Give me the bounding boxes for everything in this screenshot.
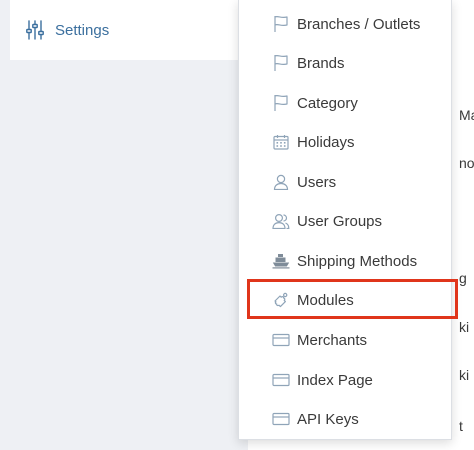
card-icon	[272, 410, 290, 428]
menu-item-label: Holidays	[297, 133, 355, 151]
card-icon	[272, 371, 290, 389]
fragment-text: no	[459, 155, 474, 171]
card-icon	[272, 331, 290, 349]
menu-item-label: API Keys	[297, 410, 359, 428]
settings-label: Settings	[55, 21, 110, 39]
menu-item-modules[interactable]: Modules	[239, 280, 451, 320]
menu-item-brands[interactable]: Brands	[239, 43, 451, 83]
ship-icon	[272, 252, 290, 270]
menu-item-user-groups[interactable]: User Groups	[239, 201, 451, 241]
fragment-text: t	[459, 418, 463, 434]
fragment-text: g	[459, 270, 467, 286]
settings-dropdown-menu: Branches / Outlets Brands Category Holid…	[238, 0, 452, 440]
sliders-icon	[26, 20, 44, 40]
flag-icon	[272, 54, 290, 72]
menu-item-label: User Groups	[297, 212, 383, 230]
menu-item-index-page[interactable]: Index Page	[239, 360, 451, 400]
user-group-icon	[272, 212, 290, 230]
dropdown-caret	[229, 22, 238, 40]
menu-item-api-keys[interactable]: API Keys	[239, 399, 451, 439]
fragment-text: Ma	[459, 107, 474, 123]
menu-item-label: Shipping Methods	[297, 252, 418, 270]
menu-item-label: Merchants	[297, 331, 368, 349]
menu-item-label: Category	[297, 94, 358, 112]
menu-item-label: Users	[297, 173, 337, 191]
menu-item-category[interactable]: Category	[239, 83, 451, 123]
puzzle-icon	[272, 291, 290, 309]
sidebar-background	[0, 0, 248, 450]
sidebar-item-settings[interactable]: Settings	[10, 0, 238, 60]
fragment-text: ki	[459, 319, 470, 335]
menu-item-label: Modules	[297, 291, 354, 309]
calendar-icon	[272, 133, 290, 151]
flag-icon	[272, 94, 290, 112]
menu-item-label: Brands	[297, 54, 345, 72]
fragment-text: ki	[459, 367, 470, 383]
background-content-fragments: Ma no g ki ki t	[452, 0, 474, 450]
menu-item-holidays[interactable]: Holidays	[239, 122, 451, 162]
menu-item-shipping-methods[interactable]: Shipping Methods	[239, 241, 451, 281]
user-icon	[272, 173, 290, 191]
menu-item-label: Index Page	[297, 371, 373, 389]
flag-icon	[272, 15, 290, 33]
menu-item-users[interactable]: Users	[239, 162, 451, 202]
menu-item-label: Branches / Outlets	[297, 15, 421, 33]
menu-item-branches-outlets[interactable]: Branches / Outlets	[239, 4, 451, 44]
menu-item-merchants[interactable]: Merchants	[239, 320, 451, 360]
